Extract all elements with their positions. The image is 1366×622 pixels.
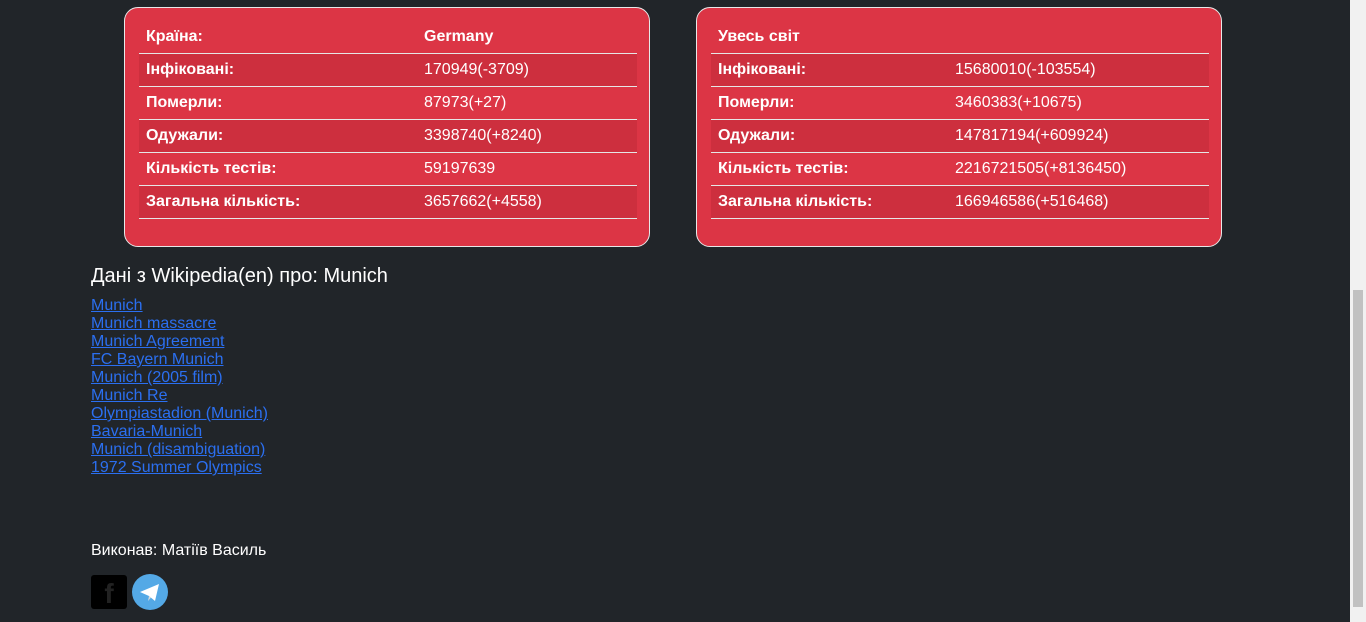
stat-value: 15680010(-103554) <box>948 53 1209 87</box>
stat-value: Germany <box>417 21 637 54</box>
world-stats-card: Увесь світ Інфіковані: 15680010(-103554) По… <box>696 7 1222 247</box>
telegram-icon[interactable] <box>132 574 168 610</box>
world-stats-table: Увесь світ Інфіковані: 15680010(-103554) По… <box>711 21 1209 219</box>
facebook-icon[interactable]: f <box>91 575 127 609</box>
country-stats-table: Країна: Germany Інфіковані: 170949(-3709) По… <box>139 21 637 219</box>
stat-value: 3657662(+4558) <box>417 185 637 219</box>
wiki-link[interactable]: Munich (disambiguation) <box>91 441 268 459</box>
stat-label: Загальна кількість: <box>139 185 417 219</box>
table-row: Інфіковані: 170949(-3709) <box>139 53 637 87</box>
wiki-link[interactable]: Munich Agreement <box>91 333 268 351</box>
stat-label: Одужали: <box>139 119 417 153</box>
wiki-link[interactable]: Olympiastadion (Munich) <box>91 405 268 423</box>
table-row: Одужали: 147817194(+609924) <box>711 119 1209 153</box>
wiki-link[interactable]: 1972 Summer Olympics <box>91 459 268 477</box>
wiki-heading: Дані з Wikipedia(en) про: Munich <box>91 265 388 287</box>
stat-label: Увесь світ <box>711 21 948 54</box>
wiki-link[interactable]: Munich (2005 film) <box>91 369 268 387</box>
wiki-link[interactable]: Munich massacre <box>91 315 268 333</box>
table-row: Одужали: 3398740(+8240) <box>139 119 637 153</box>
country-stats-card: Країна: Germany Інфіковані: 170949(-3709) По… <box>124 7 650 247</box>
stat-label: Померли: <box>139 86 417 120</box>
table-row: Інфіковані: 15680010(-103554) <box>711 53 1209 87</box>
wiki-link[interactable]: Munich <box>91 297 268 315</box>
stat-value: 59197639 <box>417 152 637 186</box>
stat-label: Інфіковані: <box>711 53 948 87</box>
wiki-links: Munich Munich massacre Munich Agreement FC … <box>91 297 268 477</box>
stat-label: Інфіковані: <box>139 53 417 87</box>
table-row: Померли: 87973(+27) <box>139 86 637 120</box>
stat-label: Загальна кількість: <box>711 185 948 219</box>
stat-value: 3460383(+10675) <box>948 86 1209 120</box>
stat-value: 166946586(+516468) <box>948 185 1209 219</box>
wiki-link[interactable]: Bavaria-Munich <box>91 423 268 441</box>
table-row: Загальна кількість: 3657662(+4558) <box>139 185 637 219</box>
stat-value: 3398740(+8240) <box>417 119 637 153</box>
stat-value: 87973(+27) <box>417 86 637 120</box>
scrollbar-thumb[interactable] <box>1353 290 1363 607</box>
stat-value: 147817194(+609924) <box>948 119 1209 153</box>
scrollbar[interactable] <box>1350 0 1366 622</box>
table-row: Кількість тестів: 2216721505(+8136450) <box>711 152 1209 186</box>
stat-label: Кількість тестів: <box>139 152 417 186</box>
stat-label: Одужали: <box>711 119 948 153</box>
stat-label: Кількість тестів: <box>711 152 948 186</box>
stat-value: 170949(-3709) <box>417 53 637 87</box>
table-row: Загальна кількість: 166946586(+516468) <box>711 185 1209 219</box>
table-row: Померли: 3460383(+10675) <box>711 86 1209 120</box>
table-row: Увесь світ <box>711 21 1209 54</box>
wiki-link[interactable]: Munich Re <box>91 387 268 405</box>
author-text: Виконав: Матіїв Василь <box>91 542 267 559</box>
stat-value <box>948 21 1209 54</box>
stat-value: 2216721505(+8136450) <box>948 152 1209 186</box>
wiki-link[interactable]: FC Bayern Munich <box>91 351 268 369</box>
table-row: Країна: Germany <box>139 21 637 54</box>
stat-label: Померли: <box>711 86 948 120</box>
stat-label: Країна: <box>139 21 417 54</box>
table-row: Кількість тестів: 59197639 <box>139 152 637 186</box>
